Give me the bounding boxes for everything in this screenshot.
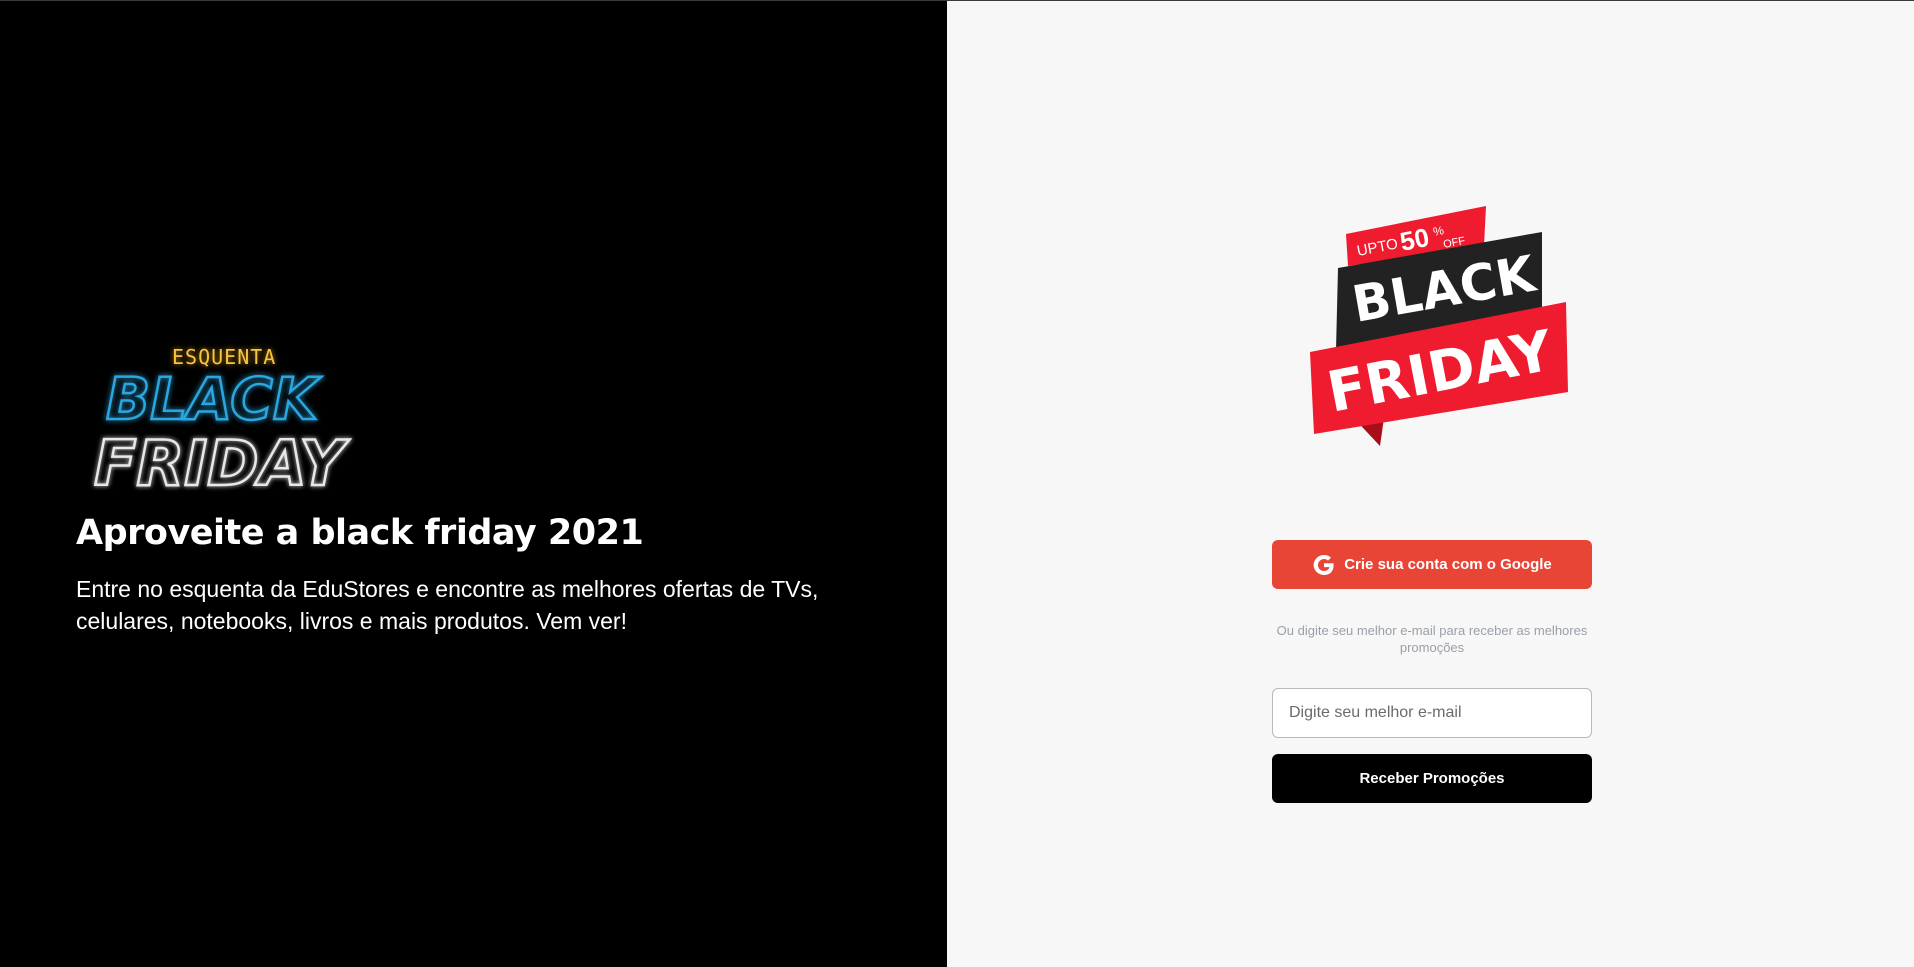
page-headline: Aproveite a black friday 2021 <box>76 513 644 553</box>
black-friday-ribbon-logo: UPTO 50 % OFF BLACK FRIDAY <box>1306 204 1576 459</box>
promo-percent-text: 50 <box>1397 222 1431 257</box>
logo-friday-text: FRIDAY <box>94 427 350 497</box>
receive-promotions-button[interactable]: Receber Promoções <box>1272 754 1592 803</box>
receive-promotions-label: Receber Promoções <box>1359 770 1505 787</box>
logo-black-text: BLACK <box>106 367 322 433</box>
neon-logo-svg: BLACK FRIDAY <box>93 367 352 497</box>
email-hint-text: Ou digite seu melhor e-mail para receber… <box>1276 623 1588 655</box>
logo-esquenta-text: ESQUENTA <box>172 345 277 369</box>
page-description: Entre no esquenta da EduStores e encontr… <box>76 576 819 634</box>
google-icon <box>1312 553 1336 577</box>
hero-panel: ESQUENTA BLACK FRIDAY Aproveite a black … <box>0 1 947 967</box>
email-input[interactable] <box>1272 688 1592 738</box>
esquenta-black-friday-logo: ESQUENTA BLACK FRIDAY <box>90 341 390 497</box>
ribbon-logo-svg: UPTO 50 % OFF BLACK FRIDAY <box>1310 206 1568 446</box>
google-signup-button[interactable]: Crie sua conta com o Google <box>1272 540 1592 589</box>
google-signup-label: Crie sua conta com o Google <box>1344 556 1552 573</box>
signup-panel <box>947 1 1914 967</box>
